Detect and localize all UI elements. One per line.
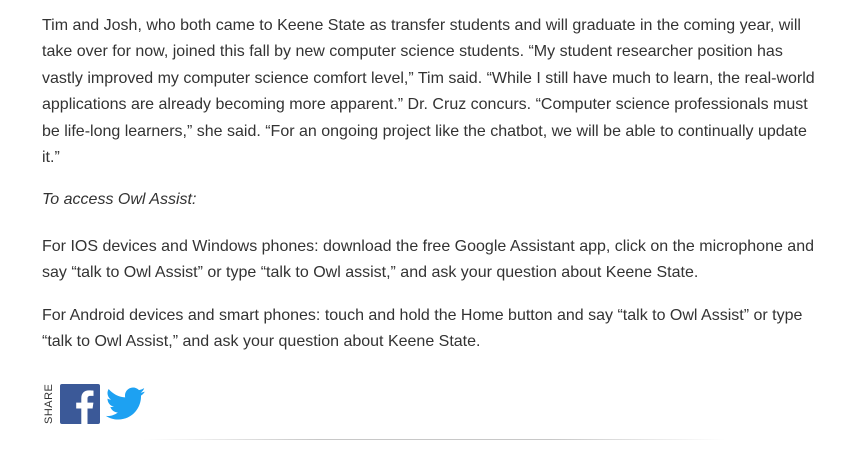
twitter-share-button[interactable] [106, 387, 146, 424]
access-heading: To access Owl Assist: [42, 191, 197, 209]
share-label: SHARE [43, 383, 55, 424]
article-body: Tim and Josh, who both came to Keene Sta… [42, 13, 822, 355]
divider [143, 439, 725, 440]
share-bar: SHARE [43, 380, 146, 424]
article-paragraph: For Android devices and smart phones: to… [42, 306, 803, 351]
article-paragraph: Tim and Josh, who both came to Keene Sta… [42, 17, 815, 167]
facebook-icon [60, 384, 100, 424]
twitter-icon [106, 387, 146, 420]
article-paragraph: For IOS devices and Windows phones: down… [42, 237, 814, 282]
facebook-share-button[interactable] [60, 384, 106, 424]
